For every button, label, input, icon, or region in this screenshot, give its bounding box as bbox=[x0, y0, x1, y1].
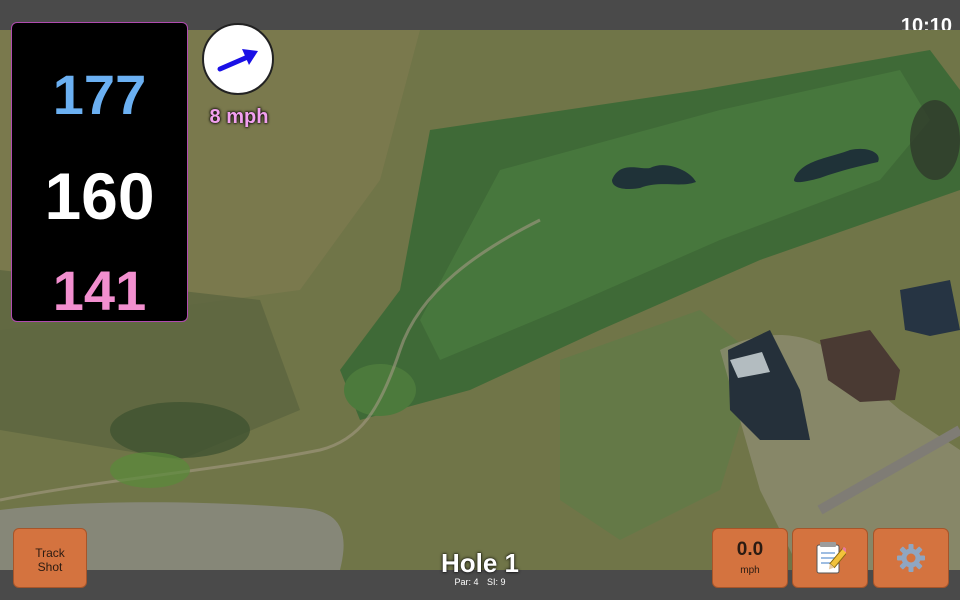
track-shot-label-line2: Shot bbox=[37, 560, 63, 574]
distance-back: 177 bbox=[52, 63, 147, 126]
hole-si: SI: 9 bbox=[487, 577, 506, 587]
hole-meta: Par: 4 SI: 9 bbox=[400, 577, 560, 587]
arrow-right-up-icon bbox=[217, 49, 258, 72]
gear-icon bbox=[897, 544, 925, 572]
distance-middle: 160 bbox=[44, 159, 155, 233]
hole-par: Par: 4 bbox=[454, 577, 479, 587]
settings-button[interactable] bbox=[873, 528, 949, 588]
wind-speed: 8 mph bbox=[209, 106, 269, 128]
distance-panel: 177 160 141 bbox=[11, 22, 188, 322]
wind-direction-dial[interactable] bbox=[202, 23, 274, 95]
track-shot-button[interactable]: Track Shot bbox=[13, 528, 87, 588]
speed-unit: mph bbox=[740, 565, 760, 576]
distance-front: 141 bbox=[52, 259, 147, 322]
hole-title[interactable]: Hole 1 bbox=[400, 548, 560, 578]
speed-value: 0.0 bbox=[736, 539, 764, 560]
speed-button[interactable]: 0.0 mph bbox=[712, 528, 788, 588]
track-shot-label-line1: Track bbox=[35, 546, 65, 560]
notes-button[interactable] bbox=[792, 528, 868, 588]
notepad-pencil-icon bbox=[816, 542, 846, 574]
